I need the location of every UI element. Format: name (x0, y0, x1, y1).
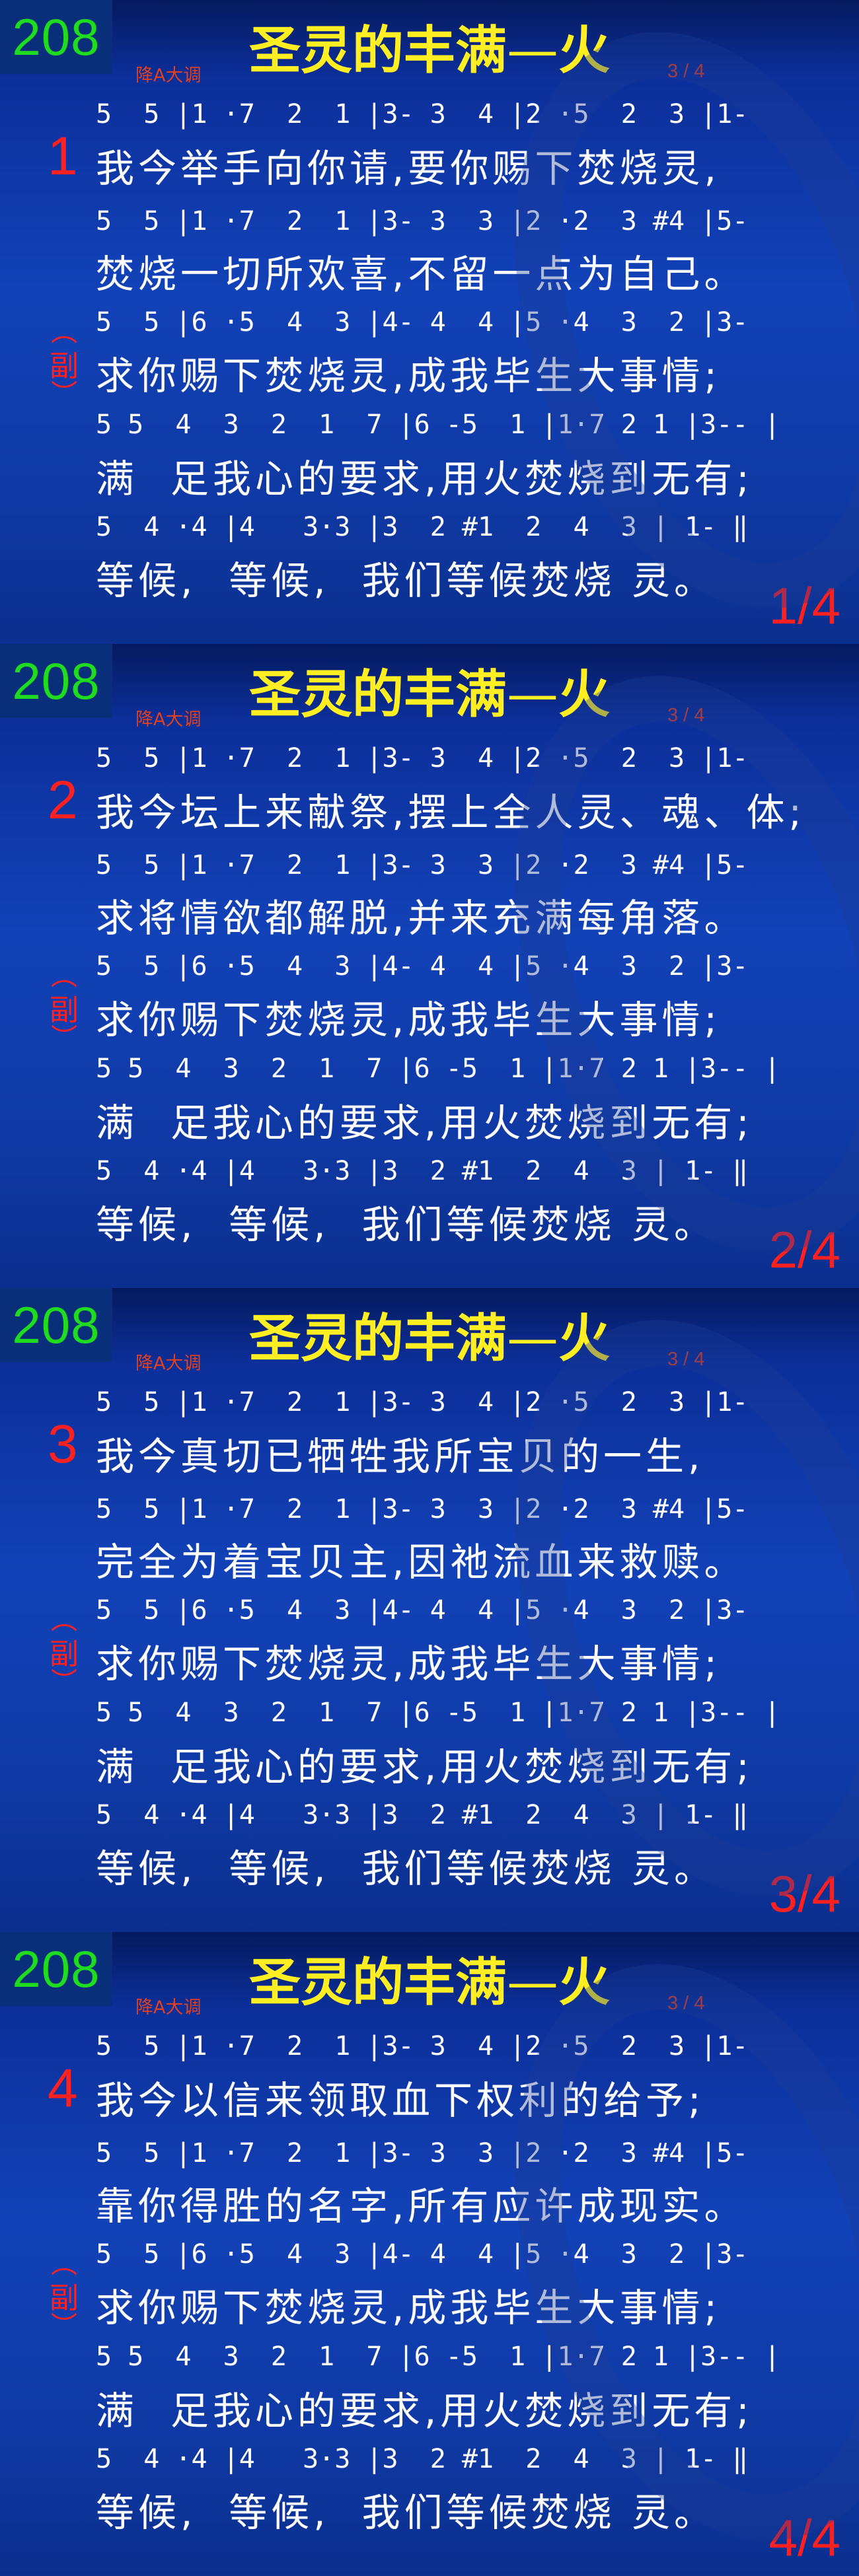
page-indicator: 2/4 (768, 1221, 840, 1279)
lyric-line: 满 足我心的要求,用火焚烧到无有; (96, 456, 753, 501)
song-title: 圣灵的丰满—火 (0, 1941, 859, 2015)
verse-number: 1 (48, 126, 78, 186)
notation-line: 5 5 |1 ·7 2 1 |3- 3 4 |2 ·5 2 3 |1- (96, 743, 749, 773)
notation-line: 5 5 |1 ·7 2 1 |3- 3 3 |2 ·2 3 #4 |5- (96, 1494, 749, 1524)
key-signature: 降A大调 (135, 709, 202, 730)
page-indicator: 3/4 (768, 1865, 840, 1923)
lyric-line: 满 足我心的要求,用火焚烧到无有; (96, 2388, 753, 2433)
lyric-line: 等候, 等候, 我们等候焚烧 灵。 (96, 1202, 717, 1247)
notation-line: 5 5 |1 ·7 2 1 |3- 3 3 |2 ·2 3 #4 |5- (96, 2138, 749, 2168)
chorus-bracket-bottom-icon: ︶ (51, 1667, 77, 1698)
page-indicator: 1/4 (768, 577, 840, 635)
notation-line: 5 5 |6 ·5 4 3 |4- 4 4 |5 ·4 3 2 |3- (96, 951, 749, 982)
notation-line: 5 5 4 3 2 1 7 |6 -5 1 |1·7 2 1 |3-- | (96, 1698, 780, 1728)
chorus-bracket-top-icon: ︵ (51, 317, 77, 347)
chorus-marker: ︵ 副 ︶ (48, 961, 81, 1054)
lyric-slide: 208 圣灵的丰满—火 降A大调 3 / 4 2 ︵ 副 ︶ 2/4 5 5 |… (0, 644, 859, 1288)
notation-line: 5 5 |6 ·5 4 3 |4- 4 4 |5 ·4 3 2 |3- (96, 1595, 749, 1626)
notation-line: 5 5 4 3 2 1 7 |6 -5 1 |1·7 2 1 |3-- | (96, 1054, 780, 1084)
song-title-suffix: 火 (558, 665, 611, 725)
chorus-label: 副 (50, 2281, 79, 2315)
chorus-label: 副 (50, 1637, 79, 1671)
chorus-bracket-top-icon: ︵ (51, 961, 77, 991)
title-dash: — (507, 21, 558, 81)
song-title: 圣灵的丰满—火 (0, 1297, 859, 1371)
chorus-marker: ︵ 副 ︶ (48, 317, 81, 410)
key-signature: 降A大调 (135, 1997, 202, 2018)
notation-line: 5 4 ·4 |4 3·3 |3 2 #1 2 4 3 | 1- ‖ (96, 1156, 749, 1186)
lyric-line: 求你赐下焚烧灵,成我毕生大事情; (96, 1641, 721, 1686)
song-title-text: 圣灵的丰满 (248, 1309, 507, 1369)
lyric-slide: 208 圣灵的丰满—火 降A大调 3 / 4 4 ︵ 副 ︶ 4/4 5 5 |… (0, 1932, 859, 2576)
notation-line: 5 5 |6 ·5 4 3 |4- 4 4 |5 ·4 3 2 |3- (96, 307, 749, 338)
time-signature: 3 / 4 (667, 1349, 705, 1370)
notation-line: 5 4 ·4 |4 3·3 |3 2 #1 2 4 3 | 1- ‖ (96, 512, 749, 542)
lyric-line: 求你赐下焚烧灵,成我毕生大事情; (96, 353, 721, 398)
lyric-line: 等候, 等候, 我们等候焚烧 灵。 (96, 1846, 717, 1891)
chorus-bracket-bottom-icon: ︶ (51, 2311, 77, 2342)
lyric-line: 等候, 等候, 我们等候焚烧 灵。 (96, 558, 717, 603)
chorus-label: 副 (50, 993, 79, 1027)
time-signature: 3 / 4 (667, 61, 705, 82)
key-signature: 降A大调 (135, 65, 202, 86)
notation-line: 5 4 ·4 |4 3·3 |3 2 #1 2 4 3 | 1- ‖ (96, 2444, 749, 2474)
notation-line: 5 4 ·4 |4 3·3 |3 2 #1 2 4 3 | 1- ‖ (96, 1800, 749, 1830)
notation-line: 5 5 4 3 2 1 7 |6 -5 1 |1·7 2 1 |3-- | (96, 410, 780, 440)
song-title-text: 圣灵的丰满 (248, 1953, 507, 2013)
lyric-slide: 208 圣灵的丰满—火 降A大调 3 / 4 1 ︵ 副 ︶ 1/4 5 5 |… (0, 0, 859, 644)
lyric-line: 求你赐下焚烧灵,成我毕生大事情; (96, 997, 721, 1042)
lyric-line: 求将情欲都解脱,并来充满每角落。 (96, 896, 747, 941)
chorus-marker: ︵ 副 ︶ (48, 2249, 81, 2342)
verse-number: 2 (48, 770, 78, 830)
song-title-suffix: 火 (558, 1309, 611, 1369)
song-title: 圣灵的丰满—火 (0, 9, 859, 83)
chorus-bracket-top-icon: ︵ (51, 1605, 77, 1635)
notation-line: 5 5 |1 ·7 2 1 |3- 3 4 |2 ·5 2 3 |1- (96, 2031, 749, 2061)
lyric-line: 我今真切已牺牲我所宝贝的一生, (96, 1434, 704, 1479)
chorus-label: 副 (50, 349, 79, 383)
song-title-text: 圣灵的丰满 (248, 665, 507, 725)
lyric-line: 我今举手向你请,要你赐下焚烧灵, (96, 146, 720, 191)
lyric-line: 我今以信来领取血下权利的给予; (96, 2078, 705, 2123)
chorus-bracket-bottom-icon: ︶ (51, 379, 77, 410)
lyric-line: 完全为着宝贝主,因祂流血来救赎。 (96, 1540, 747, 1585)
lyric-line: 等候, 等候, 我们等候焚烧 灵。 (96, 2490, 717, 2535)
notation-line: 5 5 |6 ·5 4 3 |4- 4 4 |5 ·4 3 2 |3- (96, 2239, 749, 2270)
chorus-bracket-bottom-icon: ︶ (51, 1023, 77, 1054)
title-dash: — (507, 665, 558, 725)
notation-line: 5 5 |1 ·7 2 1 |3- 3 3 |2 ·2 3 #4 |5- (96, 850, 749, 880)
verse-number: 4 (48, 2058, 78, 2118)
song-title-text: 圣灵的丰满 (248, 21, 507, 81)
lyric-line: 焚烧一切所欢喜,不留一点为自己。 (96, 252, 747, 297)
notation-line: 5 5 |1 ·7 2 1 |3- 3 3 |2 ·2 3 #4 |5- (96, 206, 749, 236)
song-title-suffix: 火 (558, 21, 611, 81)
notation-line: 5 5 4 3 2 1 7 |6 -5 1 |1·7 2 1 |3-- | (96, 2342, 780, 2372)
key-signature: 降A大调 (135, 1353, 202, 1374)
lyric-line: 我今坛上来献祭,摆上全人灵、魂、体; (96, 790, 805, 835)
song-title: 圣灵的丰满—火 (0, 653, 859, 727)
lyric-slide: 208 圣灵的丰满—火 降A大调 3 / 4 3 ︵ 副 ︶ 3/4 5 5 |… (0, 1288, 859, 1932)
chorus-bracket-top-icon: ︵ (51, 2249, 77, 2279)
time-signature: 3 / 4 (667, 1993, 705, 2014)
title-dash: — (507, 1953, 558, 2013)
title-dash: — (507, 1309, 558, 1369)
page-indicator: 4/4 (768, 2509, 840, 2567)
lyric-line: 满 足我心的要求,用火焚烧到无有; (96, 1744, 753, 1789)
verse-number: 3 (48, 1414, 78, 1474)
notation-line: 5 5 |1 ·7 2 1 |3- 3 4 |2 ·5 2 3 |1- (96, 1387, 749, 1417)
time-signature: 3 / 4 (667, 705, 705, 726)
lyric-line: 满 足我心的要求,用火焚烧到无有; (96, 1100, 753, 1145)
chorus-marker: ︵ 副 ︶ (48, 1605, 81, 1698)
song-title-suffix: 火 (558, 1953, 611, 2013)
notation-line: 5 5 |1 ·7 2 1 |3- 3 4 |2 ·5 2 3 |1- (96, 99, 749, 129)
lyric-line: 靠你得胜的名字,所有应许成现实。 (96, 2184, 747, 2229)
lyric-line: 求你赐下焚烧灵,成我毕生大事情; (96, 2285, 721, 2330)
